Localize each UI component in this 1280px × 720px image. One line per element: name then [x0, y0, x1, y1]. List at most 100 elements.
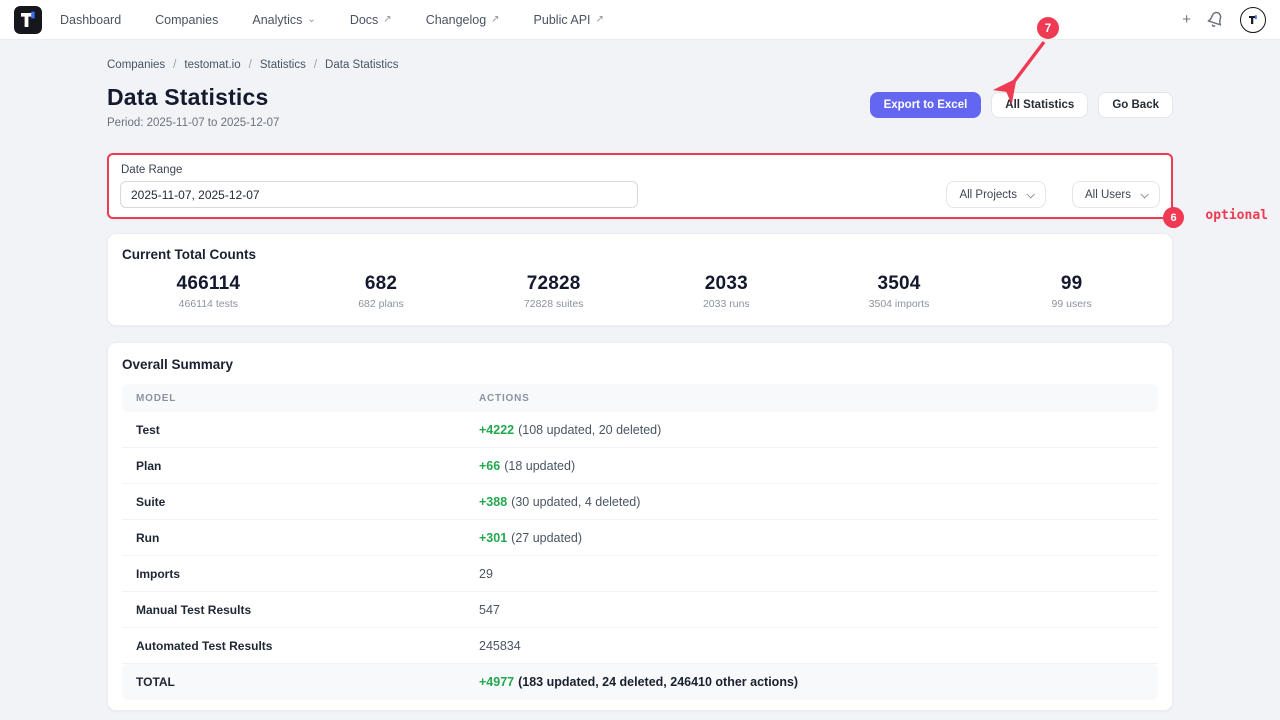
column-model: MODEL [136, 393, 479, 404]
all-statistics-button[interactable]: All Statistics [991, 92, 1088, 118]
stat-label: 3504 imports [813, 298, 986, 310]
row-model-label: Imports [136, 567, 479, 581]
row-model-label: TOTAL [136, 675, 479, 689]
go-back-button[interactable]: Go Back [1098, 92, 1173, 118]
row-actions-value: +4222 (108 updated, 20 deleted) [479, 423, 1144, 437]
row-model-label: Run [136, 531, 479, 545]
breadcrumb-separator: / [314, 59, 317, 71]
nav-right: + [1182, 7, 1266, 33]
projects-dropdown[interactable]: All Projects [946, 181, 1046, 208]
annotation-step-6-badge: 6 [1163, 207, 1184, 228]
row-actions-value: 547 [479, 603, 1144, 617]
stats-row: 466114 466114 tests682 682 plans7282872828… [122, 273, 1158, 310]
nav-item-label: Dashboard [60, 13, 121, 27]
stat-value: 466114 [122, 273, 295, 295]
row-model-label: Suite [136, 495, 479, 509]
row-actions-value: +301 (27 updated) [479, 531, 1144, 545]
row-actions-detail: 29 [479, 567, 493, 581]
overall-summary-card: Overall Summary MODEL ACTIONS Test+4222 (… [107, 342, 1173, 711]
row-added-count: +301 [479, 531, 507, 545]
breadcrumb-item-data-statistics[interactable]: Data Statistics [325, 59, 399, 71]
nav-item-companies[interactable]: Companies [155, 13, 218, 27]
table-row-test: Test+4222 (108 updated, 20 deleted) [122, 412, 1158, 448]
testomat-logo-icon[interactable] [14, 6, 42, 34]
row-model-label: Test [136, 423, 479, 437]
user-avatar[interactable] [1240, 7, 1266, 33]
table-row-plan: Plan+66 (18 updated) [122, 448, 1158, 484]
table-header: MODEL ACTIONS [122, 384, 1158, 412]
stat-3504-imports: 3504 3504 imports [813, 273, 986, 310]
row-actions-detail: 547 [479, 603, 500, 617]
row-added-count: +66 [479, 459, 500, 473]
date-range-input[interactable] [120, 181, 638, 208]
stat-value: 682 [295, 273, 468, 295]
breadcrumb-separator: / [249, 59, 252, 71]
chevron-down-icon: ⌄ [307, 14, 315, 25]
counts-title: Current Total Counts [122, 247, 1158, 262]
row-actions-detail: 245834 [479, 639, 521, 653]
table-row-suite: Suite+388 (30 updated, 4 deleted) [122, 484, 1158, 520]
chevron-down-icon [1026, 190, 1034, 198]
notifications-icon[interactable] [1207, 11, 1224, 28]
breadcrumb-item-testomat-io[interactable]: testomat.io [184, 59, 240, 71]
nav-item-dashboard[interactable]: Dashboard [60, 13, 121, 27]
nav-item-label: Changelog [426, 13, 486, 27]
summary-title: Overall Summary [122, 357, 1158, 372]
row-actions-detail: (183 updated, 24 deleted, 246410 other a… [518, 675, 798, 689]
stat-2033-runs: 2033 2033 runs [640, 273, 813, 310]
period-text: Period: 2025-11-07 to 2025-12-07 [107, 117, 279, 129]
row-actions-value: 29 [479, 567, 1144, 581]
row-actions-value: +4977(183 updated, 24 deleted, 246410 ot… [479, 675, 1144, 689]
projects-dropdown-label: All Projects [959, 189, 1017, 201]
chevron-down-icon [1140, 190, 1148, 198]
row-actions-detail: (27 updated) [511, 531, 582, 545]
breadcrumb-item-companies[interactable]: Companies [107, 59, 165, 71]
top-nav: Dashboard Companies Analytics ⌄ Docs↗ Changel… [0, 0, 1280, 40]
row-model-label: Automated Test Results [136, 639, 479, 653]
stat-label: 99 users [985, 298, 1158, 310]
nav-item-label: Companies [155, 13, 218, 27]
row-actions-detail: (30 updated, 4 deleted) [511, 495, 640, 509]
table-row-imports: Imports29 [122, 556, 1158, 592]
breadcrumb: Companies / testomat.io / Statistics / Data St… [107, 59, 1173, 71]
stat-label: 466114 tests [122, 298, 295, 310]
stat-value: 2033 [640, 273, 813, 295]
date-range-label: Date Range [121, 164, 638, 176]
nav-item-label: Public API [534, 13, 591, 27]
nav-item-label: Docs [350, 13, 378, 27]
table-row-total: TOTAL+4977(183 updated, 24 deleted, 2464… [122, 664, 1158, 700]
row-actions-value: +388 (30 updated, 4 deleted) [479, 495, 1144, 509]
column-actions: ACTIONS [479, 393, 1144, 404]
export-to-excel-button[interactable]: Export to Excel [870, 92, 982, 118]
stat-label: 2033 runs [640, 298, 813, 310]
date-range-panel: Date Range All Projects All Users 6 opti… [107, 153, 1173, 219]
stat-label: 682 plans [295, 298, 468, 310]
add-icon[interactable]: + [1182, 12, 1191, 27]
nav-item-analytics[interactable]: Analytics ⌄ [252, 13, 315, 27]
stat-value: 99 [985, 273, 1158, 295]
nav-item-label: Analytics [252, 13, 302, 27]
row-added-count: +4222 [479, 423, 514, 437]
users-dropdown[interactable]: All Users [1072, 181, 1160, 208]
nav-item-docs[interactable]: Docs↗ [350, 13, 392, 27]
table-row-automated-test-results: Automated Test Results245834 [122, 628, 1158, 664]
row-added-count: +388 [479, 495, 507, 509]
stat-682-plans: 682 682 plans [295, 273, 468, 310]
breadcrumb-item-statistics[interactable]: Statistics [260, 59, 306, 71]
breadcrumb-separator: / [173, 59, 176, 71]
stat-99-users: 99 99 users [985, 273, 1158, 310]
main-content: Companies / testomat.io / Statistics / Data St… [0, 59, 1280, 720]
nav-item-changelog[interactable]: Changelog↗ [426, 13, 500, 27]
row-model-label: Plan [136, 459, 479, 473]
page-title: Data Statistics [107, 84, 279, 111]
stat-72828-suites: 7282872828 suites [467, 273, 640, 310]
row-actions-detail: (18 updated) [504, 459, 575, 473]
users-dropdown-label: All Users [1085, 189, 1131, 201]
nav-menu: Dashboard Companies Analytics ⌄ Docs↗ Changel… [60, 13, 604, 27]
row-actions-detail: (108 updated, 20 deleted) [518, 423, 661, 437]
stat-value: 3504 [813, 273, 986, 295]
stat-label: 72828 suites [467, 298, 640, 310]
row-actions-value: +66 (18 updated) [479, 459, 1144, 473]
nav-item-public-api[interactable]: Public API↗ [534, 13, 604, 27]
page-header: Data Statistics Period: 2025-11-07 to 20… [107, 84, 1173, 129]
